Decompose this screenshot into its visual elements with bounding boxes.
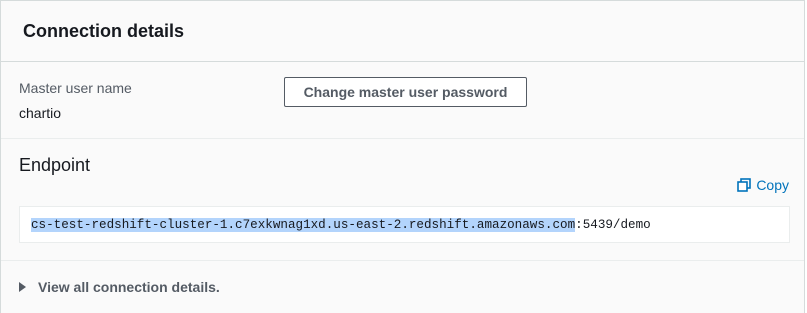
connection-details-panel: Connection details Master user name char… bbox=[0, 0, 805, 313]
view-all-toggle[interactable]: View all connection details. bbox=[19, 279, 220, 295]
caret-right-icon bbox=[19, 282, 26, 292]
endpoint-port-db[interactable]: :5439/demo bbox=[575, 218, 651, 232]
panel-title: Connection details bbox=[23, 20, 185, 41]
endpoint-host[interactable]: cs-test-redshift-cluster-1.c7exkwnag1xd.… bbox=[31, 217, 576, 232]
copy-button[interactable]: Copy bbox=[737, 177, 789, 193]
master-user-row: Master user name chartio Change master u… bbox=[1, 62, 804, 139]
master-user-value: chartio bbox=[19, 105, 62, 121]
endpoint-field[interactable]: cs-test-redshift-cluster-1.c7exkwnag1xd.… bbox=[19, 206, 790, 243]
copy-icon bbox=[737, 178, 752, 192]
view-all-label: View all connection details. bbox=[38, 279, 220, 295]
panel-header: Connection details bbox=[1, 0, 804, 62]
endpoint-title: Endpoint bbox=[19, 155, 91, 175]
copy-label: Copy bbox=[756, 177, 789, 193]
change-password-button[interactable]: Change master user password bbox=[284, 77, 527, 107]
more-row: View all connection details. bbox=[1, 261, 804, 313]
master-user-label: Master user name bbox=[19, 80, 132, 96]
endpoint-row: Endpoint Copy cs-test-redshift-cluster-1… bbox=[1, 139, 804, 261]
